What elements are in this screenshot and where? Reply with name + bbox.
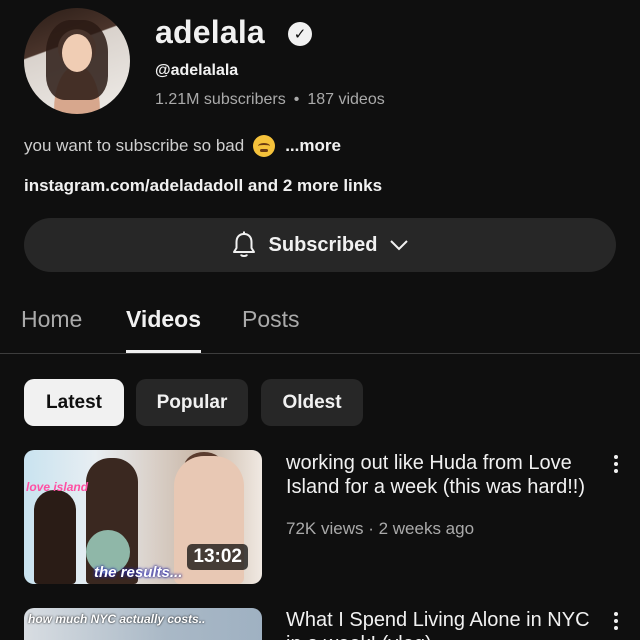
video-meta: 72K views · 2 weeks ago [286,519,475,538]
thumb-overlay-text: love island [26,480,89,494]
video-duration: 13:02 [187,544,248,570]
video-count: 187 videos [307,91,385,108]
tab-home[interactable]: Home [21,306,82,333]
thumb-caption: the results... [94,564,183,581]
chip-popular[interactable]: Popular [136,379,248,426]
description-text: you want to subscribe so bad [24,136,245,155]
channel-links[interactable]: instagram.com/adeladadoll and 2 more lin… [24,176,382,196]
stats-separator: • [293,91,300,108]
video-thumbnail[interactable]: love island the results... 13:02 [24,450,262,584]
smirk-emoji-icon [253,135,276,157]
chip-latest[interactable]: Latest [24,379,124,426]
subscriber-count: 1.21M subscribers [155,91,286,108]
tab-videos[interactable]: Videos [126,306,201,333]
more-link[interactable]: ...more [285,136,341,156]
channel-stats: 1.21M subscribers • 187 videos [155,91,385,109]
channel-description[interactable]: you want to subscribe so bad ...more [24,135,341,157]
channel-handle: @adelalala [155,62,239,79]
video-title[interactable]: working out like Huda from Love Island f… [286,451,598,499]
active-tab-indicator [126,350,201,353]
chip-oldest[interactable]: Oldest [261,379,363,426]
channel-tabs: Home Videos Posts [0,300,640,354]
thumb-caption: how much NYC actually costs.. [28,612,206,626]
channel-avatar[interactable] [24,8,130,114]
video-title[interactable]: What I Spend Living Alone in NYC in a we… [286,608,598,640]
more-options-icon[interactable] [608,609,624,633]
tab-posts[interactable]: Posts [242,306,300,333]
verified-check-icon: ✓ [288,22,312,46]
video-thumbnail[interactable]: how much NYC actually costs.. [24,608,262,640]
channel-name: adelala [155,14,265,50]
more-options-icon[interactable] [608,452,624,476]
thumb-figure [34,490,76,584]
subscribed-label: Subscribed [268,233,378,256]
subscribed-button[interactable]: Subscribed [24,218,616,272]
bell-icon [232,231,255,257]
avatar-face [62,34,92,72]
chevron-down-icon [390,240,409,251]
